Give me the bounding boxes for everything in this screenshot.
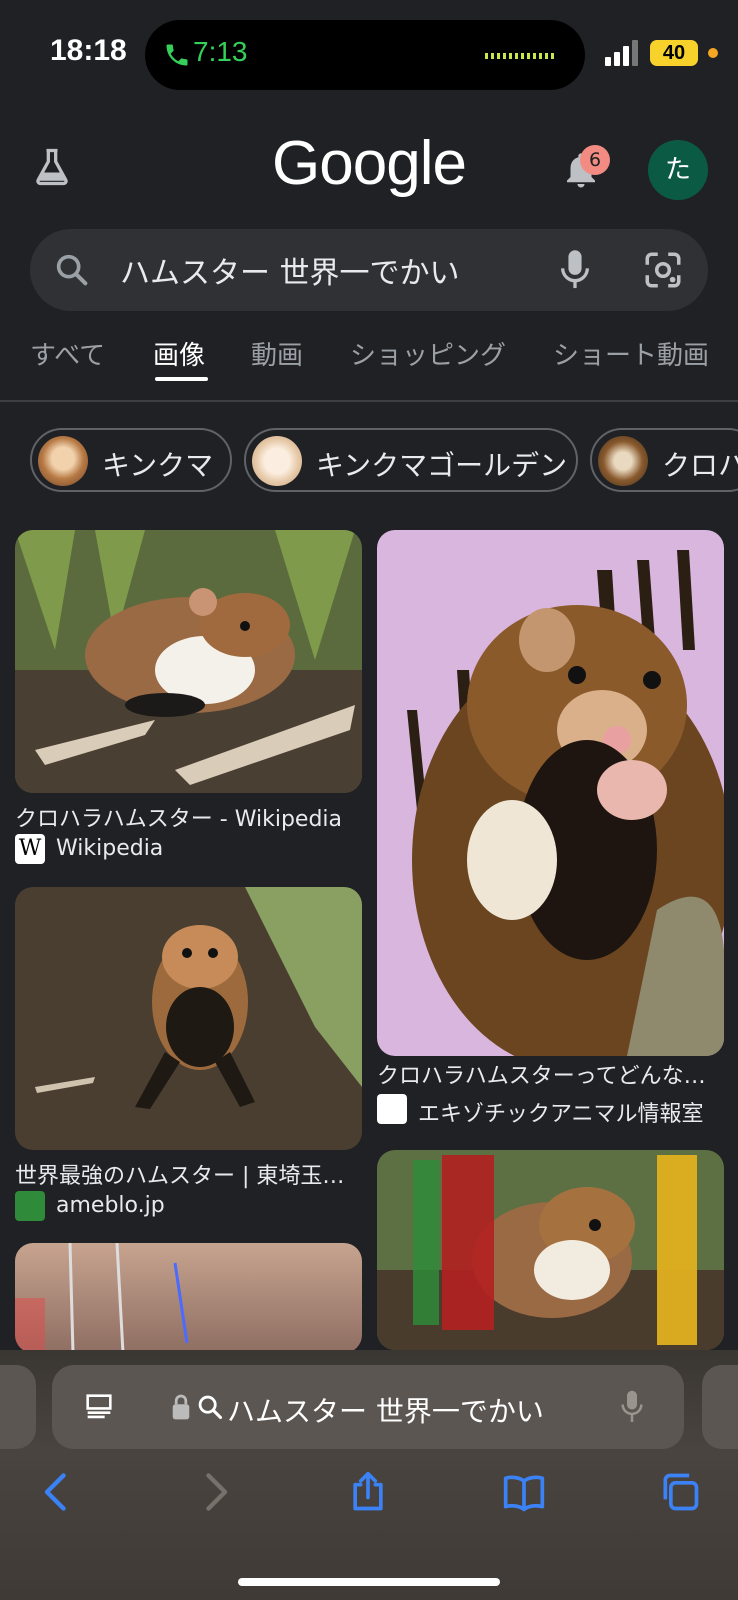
tabs-icon[interactable] (658, 1470, 702, 1514)
phone-icon (166, 44, 188, 66)
forward-icon[interactable] (192, 1470, 236, 1514)
hamster-photo (377, 530, 724, 1056)
chip-kinkuma[interactable]: キンクマ (30, 428, 232, 492)
previous-tab-preview[interactable] (0, 1365, 36, 1449)
address-bar[interactable]: ハムスター 世界一でかい (52, 1365, 684, 1449)
notification-badge: 6 (580, 145, 610, 175)
google-lens-icon[interactable] (642, 249, 684, 291)
lock-icon (172, 1394, 190, 1420)
search-bar[interactable]: ハムスター 世界一でかい (30, 229, 708, 311)
result-title[interactable]: クロハラハムスター - Wikipedia (15, 801, 362, 833)
chip-label: キンクマ (102, 449, 214, 482)
search-icon (198, 1395, 223, 1420)
hamster-photo (377, 1150, 724, 1350)
result-title[interactable]: 世界最強のハムスター | 東埼玉… (15, 1158, 362, 1190)
tab-videos[interactable]: 動画 (251, 335, 303, 372)
result-source[interactable]: エキゾチックアニマル情報室 (418, 1096, 704, 1128)
share-icon[interactable] (346, 1470, 390, 1514)
status-time: 18:18 (50, 34, 127, 67)
chip-kuroha[interactable]: クロハ (590, 428, 738, 492)
chip-label: キンクマゴールデン (316, 449, 568, 482)
microphone-icon[interactable] (555, 247, 595, 293)
result-source[interactable]: ameblo.jp (56, 1193, 165, 1218)
address-text[interactable]: ハムスター 世界一でかい (227, 1390, 544, 1430)
account-avatar[interactable]: た (648, 140, 708, 200)
result-image-ameblo[interactable] (15, 887, 362, 1150)
ameblo-icon (15, 1191, 45, 1221)
hamster-photo (15, 1243, 189, 1353)
battery-indicator: 40 (650, 40, 698, 66)
dynamic-island[interactable]: 7:13 (145, 20, 585, 90)
page-menu-icon[interactable] (82, 1389, 116, 1425)
hamster-photo (15, 530, 362, 793)
chip-thumbnail (598, 436, 648, 486)
wikipedia-icon: W (15, 834, 45, 864)
microphone-icon[interactable] (617, 1387, 647, 1427)
tab-all[interactable]: すべて (30, 335, 105, 372)
google-logo: Google (272, 129, 467, 198)
search-input[interactable]: ハムスター 世界一でかい (120, 248, 460, 292)
chip-label: クロハ (662, 449, 738, 482)
tab-shopping[interactable]: ショッピング (350, 335, 506, 372)
hamster-photo (15, 887, 362, 1150)
active-tab-indicator (155, 377, 208, 381)
chip-kinkuma-golden[interactable]: キンクマゴールデン (244, 428, 578, 492)
result-title[interactable]: クロハラハムスターってどんな… (377, 1058, 724, 1090)
chip-thumbnail (252, 436, 302, 486)
next-tab-preview[interactable] (702, 1365, 738, 1449)
result-image-partial[interactable] (15, 1243, 362, 1353)
result-image-exotic-animal[interactable] (377, 530, 724, 1056)
tab-short-videos[interactable]: ショート動画 (553, 335, 709, 372)
chip-thumbnail (38, 436, 88, 486)
search-icon (56, 254, 88, 286)
audio-waveform (485, 53, 557, 59)
tabs-divider (0, 400, 738, 402)
privacy-dot (708, 48, 718, 58)
bookmarks-icon[interactable] (502, 1470, 546, 1514)
cellular-signal-icon (605, 40, 638, 66)
tab-images[interactable]: 画像 (153, 335, 205, 372)
call-duration: 7:13 (193, 36, 248, 67)
result-image-partial-poster[interactable] (377, 1150, 724, 1350)
result-source[interactable]: Wikipedia (56, 836, 163, 861)
result-image-wikipedia[interactable] (15, 530, 362, 793)
home-indicator[interactable] (238, 1578, 500, 1586)
back-icon[interactable] (36, 1470, 80, 1514)
exotic-animal-site-icon (377, 1094, 407, 1124)
